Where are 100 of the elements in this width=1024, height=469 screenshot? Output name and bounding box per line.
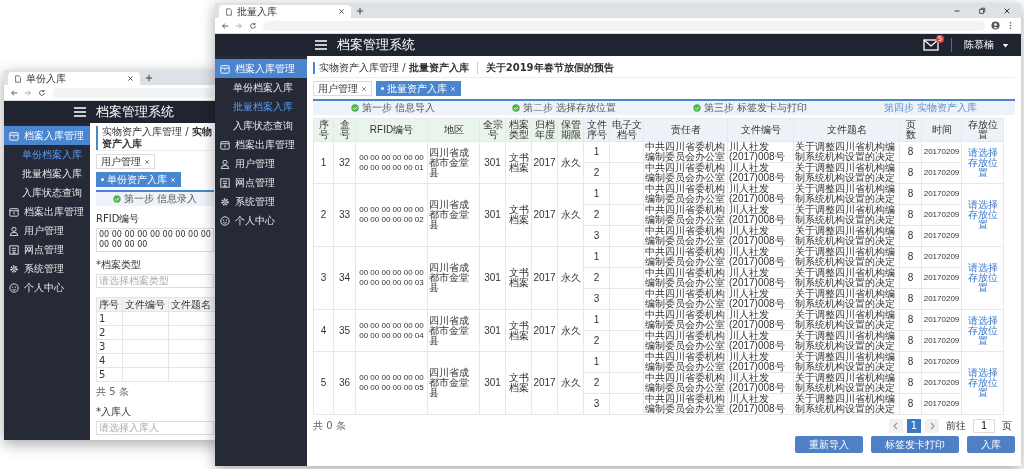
column-header: 盒号 <box>333 118 356 142</box>
table-cell: 8 <box>899 288 922 310</box>
page-number[interactable]: 1 <box>907 418 921 433</box>
restore-icon[interactable] <box>978 6 986 15</box>
table-cell: 文书档案 <box>505 351 532 415</box>
sidebar-subitem[interactable]: 单份档案入库 <box>215 78 307 97</box>
menu-icon[interactable] <box>74 107 86 117</box>
sidebar-item[interactable]: 网点管理 <box>215 173 307 192</box>
table-cell: 301 <box>479 141 506 184</box>
action-button[interactable]: 入库 <box>967 436 1015 453</box>
table-cell: 8 <box>899 246 922 268</box>
action-button[interactable]: 标签发卡打印 <box>871 436 959 453</box>
table-cell: 8 <box>899 393 922 415</box>
back-arrow-icon[interactable] <box>221 21 229 30</box>
sidebar-item[interactable]: 档案入库管理 <box>215 59 307 78</box>
table-cell: 关于调整四川省机构编制系统机构设置的决定 <box>793 393 900 415</box>
close-icon[interactable] <box>338 8 345 15</box>
table-cell: 中共四川省委机构编制委员会办公室 <box>643 183 728 205</box>
person-icon <box>9 225 19 236</box>
table-cell: 4 <box>96 353 123 368</box>
table-cell: 20170209 <box>921 246 962 268</box>
mail-icon[interactable] <box>923 39 939 51</box>
action-button[interactable]: 重新导入 <box>795 436 863 453</box>
sidebar-item[interactable]: 档案入库管理 <box>4 126 90 145</box>
sidebar-item[interactable]: 用户管理 <box>4 221 90 240</box>
next-page-icon[interactable] <box>925 418 939 433</box>
table-cell: 永久 <box>557 351 584 415</box>
close-icon[interactable] <box>1003 6 1011 15</box>
table-cell: 文书档案 <box>505 309 532 352</box>
sidebar-subitem[interactable]: 批量档案入库 <box>4 164 90 183</box>
input-field[interactable]: 请选择档案类型 <box>96 274 214 288</box>
table-cell: 3 <box>96 339 123 354</box>
page-tag[interactable]: 单份资产入库 <box>96 172 181 187</box>
table-cell: 2017 <box>531 351 558 415</box>
menu-icon[interactable] <box>315 40 327 50</box>
sidebar-item[interactable]: 个人中心 <box>215 211 307 230</box>
sidebar-item[interactable]: 系统管理 <box>215 192 307 211</box>
caret-icon[interactable] <box>1002 41 1009 49</box>
goto-label: 前往 <box>946 418 966 433</box>
reload-icon[interactable] <box>38 88 46 97</box>
step-label: 第四步 实物资产入库 <box>883 101 977 115</box>
table-cell: 36 <box>333 351 356 415</box>
page-tag[interactable]: 用户管理 <box>96 154 155 169</box>
plus-icon[interactable] <box>145 73 153 82</box>
table-cell: 1 <box>583 351 610 373</box>
table-cell: 3 <box>583 393 610 415</box>
breadcrumb: 实物资产入库管理 / 批量资产入库 <box>313 62 469 74</box>
field-label: RFID编号 <box>96 212 141 226</box>
sidebar-item[interactable]: 档案出库管理 <box>4 202 90 221</box>
table-cell: 2 <box>96 325 123 340</box>
browser-tab[interactable]: 批量入库 <box>219 5 351 18</box>
sidebar-subitem[interactable]: 单份档案入库 <box>4 145 90 164</box>
sidebar-item[interactable]: 档案出库管理 <box>215 135 307 154</box>
input-field[interactable]: 00 00 00 00 00 00 00 00 00 00 00 00 00 <box>96 228 214 252</box>
sidebar-subitem[interactable]: 入库状态查询 <box>4 183 90 202</box>
reload-icon[interactable] <box>249 21 257 30</box>
column-header: 时间 <box>921 118 962 142</box>
close-icon[interactable] <box>127 75 134 82</box>
page-tag[interactable]: 用户管理 <box>313 81 372 96</box>
sidebar-subitem[interactable]: 批量档案入库 <box>215 97 307 116</box>
back-arrow-icon[interactable] <box>10 88 18 97</box>
column-header: 保管期限 <box>557 118 584 142</box>
table-cell: 1 <box>583 183 610 205</box>
account-icon[interactable] <box>991 21 1000 30</box>
table-cell: 川人社发(2017)008号 <box>727 393 794 415</box>
table-cell: 永久 <box>557 183 584 247</box>
table-cell: 2 <box>583 204 610 226</box>
total-count: 共 0 条 <box>313 418 346 433</box>
table-cell: 文书档案 <box>505 183 532 247</box>
step-label: 第三步 标签发卡与打印 <box>692 101 807 115</box>
notice-link[interactable]: 关于2019年春节放假的预告 <box>485 61 614 75</box>
column-header: 文件题名 <box>168 297 216 312</box>
sidebar-subitem[interactable]: 入库状态查询 <box>215 116 307 135</box>
step-label: 第二步 选择存放位置 <box>512 101 617 115</box>
previous-page-icon[interactable] <box>889 418 903 433</box>
page-input[interactable]: 1 <box>973 418 995 433</box>
sidebar-item[interactable]: 个人中心 <box>4 278 90 297</box>
table-cell: 8 <box>899 267 922 289</box>
table-cell: 关于调整四川省机构编制系统机构设置的决定 <box>793 183 900 205</box>
table-cell: 3 <box>583 288 610 310</box>
sidebar-item[interactable]: 网点管理 <box>4 240 90 259</box>
table-cell: 2 <box>583 267 610 289</box>
column-header: 全宗号 <box>479 118 506 142</box>
settings-icon <box>220 196 230 207</box>
browser-tab[interactable]: 单份入库 <box>8 72 140 85</box>
app-title: 档案管理系统 <box>337 38 415 52</box>
sidebar-item[interactable]: 系统管理 <box>4 259 90 278</box>
check-circle-icon <box>692 104 701 112</box>
input-field[interactable]: 请选择入库人 <box>96 421 214 435</box>
table-cell: 关于调整四川省机构编制系统机构设置的决定 <box>793 204 900 226</box>
table-cell: 关于调整四川省机构编制系统机构设置的决定 <box>793 330 900 352</box>
page-tag[interactable]: 批量资产入库 <box>376 81 461 96</box>
table-cell: 8 <box>899 309 922 331</box>
table-cell: 川人社发(2017)008号 <box>727 351 794 373</box>
sidebar-item[interactable]: 用户管理 <box>215 154 307 173</box>
table-cell: 川人社发(2017)008号 <box>727 162 794 184</box>
table-cell: 中共四川省委机构编制委员会办公室 <box>643 309 728 331</box>
user-name[interactable]: 陈慕楠 <box>964 38 994 52</box>
plus-icon[interactable] <box>356 6 364 15</box>
table-cell: 中共四川省委机构编制委员会办公室 <box>643 162 728 184</box>
